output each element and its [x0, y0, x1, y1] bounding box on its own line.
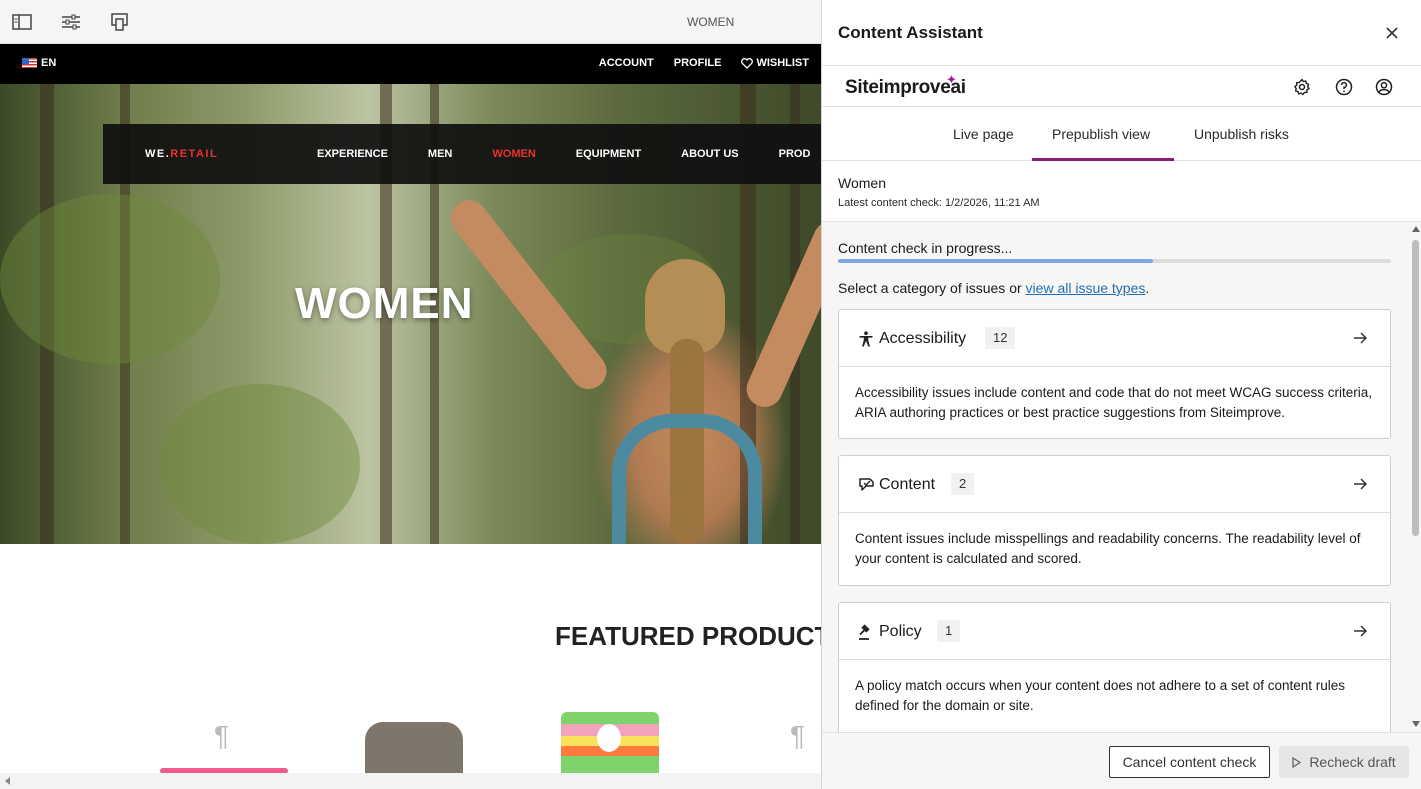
- help-icon: [1335, 78, 1353, 96]
- accessibility-icon: [857, 330, 875, 348]
- category-description: Content issues include misspellings and …: [855, 531, 1361, 566]
- nav-experience[interactable]: EXPERIENCE: [317, 148, 388, 160]
- cancel-content-check-button[interactable]: Cancel content check: [1109, 746, 1270, 778]
- category-title: Content: [879, 476, 936, 493]
- gavel-icon: [857, 623, 875, 641]
- scroll-left-icon[interactable]: [4, 777, 12, 785]
- recheck-label: Recheck draft: [1309, 754, 1396, 770]
- recheck-draft-button[interactable]: Recheck draft: [1279, 746, 1409, 778]
- latest-check: Latest content check: 1/2/2026, 11:21 AM: [838, 197, 1040, 209]
- view-all-issue-types-link[interactable]: view all issue types: [1026, 280, 1146, 296]
- active-tab-indicator: [1032, 158, 1174, 161]
- scrollbar-thumb[interactable]: [1412, 240, 1419, 536]
- sparkle-icon: ✦: [946, 72, 957, 87]
- product-image[interactable]: [561, 712, 659, 774]
- issue-count-badge: 12: [985, 327, 1016, 349]
- featured-heading: FEATURED PRODUCTS: [555, 621, 821, 651]
- play-icon: [1292, 756, 1302, 768]
- category-description: A policy match occurs when your content …: [855, 678, 1346, 713]
- editor-toolbar: WOMEN: [0, 0, 821, 44]
- issue-count-badge: 1: [937, 620, 961, 642]
- close-button[interactable]: [1381, 22, 1403, 44]
- page-title: Women: [838, 175, 886, 191]
- brand-left: WE.: [145, 148, 171, 160]
- brand-logo[interactable]: WE.RETAIL: [145, 148, 218, 160]
- top-links: ACCOUNT PROFILE WISHLIST: [599, 57, 809, 69]
- category-card-content: Content 2 Content issues include misspel…: [838, 455, 1391, 586]
- progress-fill: [838, 259, 1154, 263]
- nav-equipment[interactable]: EQUIPMENT: [576, 148, 641, 160]
- category-title: Accessibility: [879, 330, 967, 347]
- arrow-right-icon: [1352, 476, 1368, 492]
- site-navigation: WE.RETAIL EXPERIENCE MEN WOMEN EQUIPMENT…: [103, 124, 821, 184]
- issues-scroll-area: Content check in progress... Select a ca…: [822, 222, 1421, 732]
- hero-title: WOMEN: [295, 279, 474, 328]
- panel-title: Content Assistant: [838, 23, 983, 42]
- user-icon: [1375, 78, 1393, 96]
- select-prefix: Select a category of issues or: [838, 280, 1026, 296]
- category-description: Accessibility issues include content and…: [855, 385, 1372, 420]
- tab-prepublish-view[interactable]: Prepublish view: [1052, 126, 1150, 142]
- progress-bar: [838, 259, 1391, 263]
- account-link[interactable]: ACCOUNT: [599, 57, 654, 69]
- nav-men[interactable]: MEN: [428, 148, 452, 160]
- properties-icon[interactable]: [60, 12, 82, 32]
- content-icon: [857, 476, 875, 494]
- us-flag-icon: [22, 58, 37, 68]
- wishlist-link[interactable]: WISHLIST: [741, 57, 809, 69]
- settings-button[interactable]: [1292, 77, 1312, 97]
- scroll-up-icon[interactable]: [1412, 225, 1420, 232]
- paragraph-marker-icon: ¶: [790, 720, 806, 751]
- arrow-right-icon: [1352, 623, 1368, 639]
- profile-link[interactable]: PROFILE: [674, 57, 722, 69]
- paragraph-marker-icon: ¶: [214, 720, 230, 751]
- page-info: Women Latest content check: 1/2/2026, 11…: [822, 161, 1421, 222]
- brand-right: RETAIL: [170, 148, 219, 160]
- category-title: Policy: [879, 623, 922, 640]
- emulator-icon[interactable]: [109, 12, 131, 32]
- scroll-down-icon[interactable]: [1412, 721, 1420, 728]
- heart-icon: [741, 57, 754, 69]
- select-suffix: .: [1145, 280, 1150, 296]
- help-button[interactable]: [1334, 77, 1354, 97]
- page-name: WOMEN: [687, 15, 735, 29]
- category-header-content[interactable]: Content 2: [839, 456, 1390, 513]
- progress-label: Content check in progress...: [838, 240, 1013, 256]
- arrow-right-icon: [1352, 330, 1368, 346]
- category-header-accessibility[interactable]: Accessibility 12: [839, 310, 1390, 367]
- panel-toggle-icon[interactable]: [11, 12, 33, 32]
- tab-live-page[interactable]: Live page: [953, 126, 1014, 142]
- language-label: EN: [41, 57, 57, 69]
- category-card-accessibility: Accessibility 12 Accessibility issues in…: [838, 309, 1391, 439]
- product-cutout: [597, 724, 621, 752]
- account-button[interactable]: [1374, 77, 1394, 97]
- category-header-policy[interactable]: Policy 1: [839, 603, 1390, 660]
- content-assistant-panel: Content Assistant Siteimproveai ✦ Live p…: [821, 0, 1421, 789]
- logo-name: Siteimprove: [845, 77, 951, 98]
- select-instructions: Select a category of issues or view all …: [838, 280, 1149, 296]
- nav-about-us[interactable]: ABOUT US: [681, 148, 738, 160]
- nav-products[interactable]: PROD: [779, 148, 811, 160]
- site-topbar: EN ACCOUNT PROFILE WISHLIST: [0, 44, 821, 84]
- tab-unpublish-risks[interactable]: Unpublish risks: [1194, 126, 1289, 142]
- product-image[interactable]: [365, 722, 463, 774]
- nav-women[interactable]: WOMEN: [492, 148, 535, 160]
- horizontal-scrollbar[interactable]: [0, 773, 821, 789]
- tab-bar: Live page Prepublish view Unpublish risk…: [822, 107, 1421, 161]
- close-icon: [1386, 27, 1398, 39]
- gear-icon: [1294, 78, 1310, 96]
- panel-footer: Cancel content check Recheck draft: [822, 732, 1421, 789]
- vertical-scrollbar[interactable]: [1409, 222, 1421, 732]
- language-selector[interactable]: EN: [22, 57, 56, 69]
- issue-count-badge: 2: [951, 473, 975, 495]
- wishlist-label: WISHLIST: [756, 57, 809, 69]
- category-card-policy: Policy 1 A policy match occurs when your…: [838, 602, 1391, 732]
